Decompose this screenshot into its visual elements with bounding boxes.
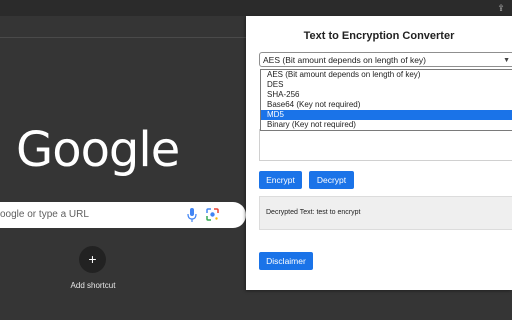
output-value: test to encrypt [316,209,361,216]
share-icon[interactable]: ⇪ [496,3,506,13]
search-placeholder: oogle or type a URL [0,209,89,220]
google-logo: Google [16,122,180,178]
encrypt-button[interactable]: Encrypt [259,171,302,189]
dropdown-option-aes[interactable]: AES (Bit amount depends on length of key… [261,70,512,80]
input-textarea[interactable] [259,129,512,161]
algorithm-select[interactable]: AES (Bit amount depends on length of key… [259,52,512,67]
output-box: Decrypted Text: test to encrypt [259,196,512,230]
add-shortcut-button[interactable]: + [79,246,106,273]
google-lens-icon[interactable] [206,208,219,221]
dropdown-option-des[interactable]: DES [261,80,512,90]
decrypt-button[interactable]: Decrypt [309,171,354,189]
dropdown-option-sha256[interactable]: SHA-256 [261,90,512,100]
algorithm-dropdown: AES (Bit amount depends on length of key… [260,69,512,131]
microphone-icon[interactable] [187,208,197,222]
dropdown-option-base64[interactable]: Base64 (Key not required) [261,100,512,110]
chevron-down-icon: ▼ [503,57,510,64]
output-label: Decrypted Text: [266,209,315,216]
dropdown-option-md5[interactable]: MD5 [261,110,512,120]
plus-icon: + [88,251,97,267]
browser-toolbar [0,0,512,16]
disclaimer-button[interactable]: Disclaimer [259,252,313,270]
add-shortcut-label: Add shortcut [70,281,116,290]
search-bar[interactable]: oogle or type a URL [0,202,246,228]
popup-title: Text to Encryption Converter [303,30,455,42]
output-text: Decrypted Text: test to encrypt [266,209,360,216]
extension-popup: Text to Encryption Converter AES (Bit am… [246,16,512,290]
toolbar-divider [0,37,246,38]
algorithm-select-value: AES (Bit amount depends on length of key… [263,55,427,65]
